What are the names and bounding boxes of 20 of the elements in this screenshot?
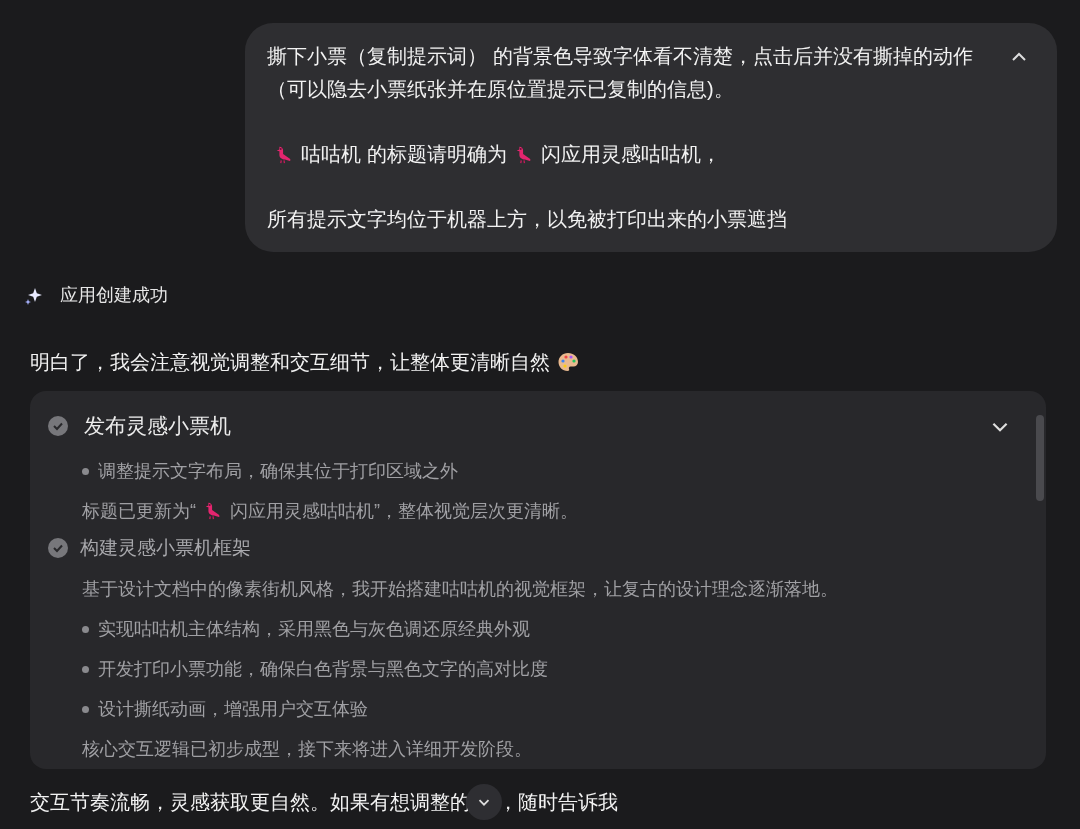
bullet-text: 设计撕纸动画，增强用户交互体验	[98, 697, 368, 721]
reply-text: 明白了，我会注意视觉调整和交互细节，让整体更清晰自然	[30, 350, 550, 375]
message-text: 闪应用灵感咕咕机，	[540, 143, 721, 165]
step-title: 发布灵感小票机	[84, 413, 231, 440]
message-text: 所有提示文字均位于机器上方，以免被打印出来的小票遮挡	[267, 208, 787, 230]
note-text: 核心交互逻辑已初步成型，接下来将进入详细开发阶段。	[82, 738, 532, 759]
reply-text: ，随时告诉我	[498, 790, 618, 815]
status-text: 应用创建成功	[60, 284, 168, 307]
palette-icon	[556, 350, 580, 374]
bullet-text: 开发打印小票功能，确保白色背景与黑色文字的高对比度	[98, 657, 548, 681]
scrollbar-thumb[interactable]	[1036, 415, 1044, 501]
note-text: 基于设计文档中的像素街机风格，我开始搭建咕咕机的视觉框架，让复古的设计理念逐渐落地。	[82, 578, 838, 599]
bullet-text: 实现咕咕机主体结构，采用黑色与灰色调还原经典外观	[98, 617, 530, 641]
note-text: 标题已更新为“	[82, 500, 196, 521]
bullet-text: 调整提示文字布局，确保其位于打印区域之外	[98, 459, 458, 483]
note-text: 闪应用灵感咕咕机”，整体视觉层次更清晰。	[230, 500, 578, 521]
step-title: 构建灵感小票机框架	[80, 535, 251, 560]
scroll-down-button[interactable]	[466, 784, 502, 820]
message-text: 咕咕机 的标题请明确为	[301, 143, 507, 165]
message-text: 撕下小票（复制提示词） 的背景色导致字体看不清楚，点击后并没有撕掉的动作（可以隐去小票纸张并在原位置提示已复制的信息)。	[267, 45, 973, 100]
